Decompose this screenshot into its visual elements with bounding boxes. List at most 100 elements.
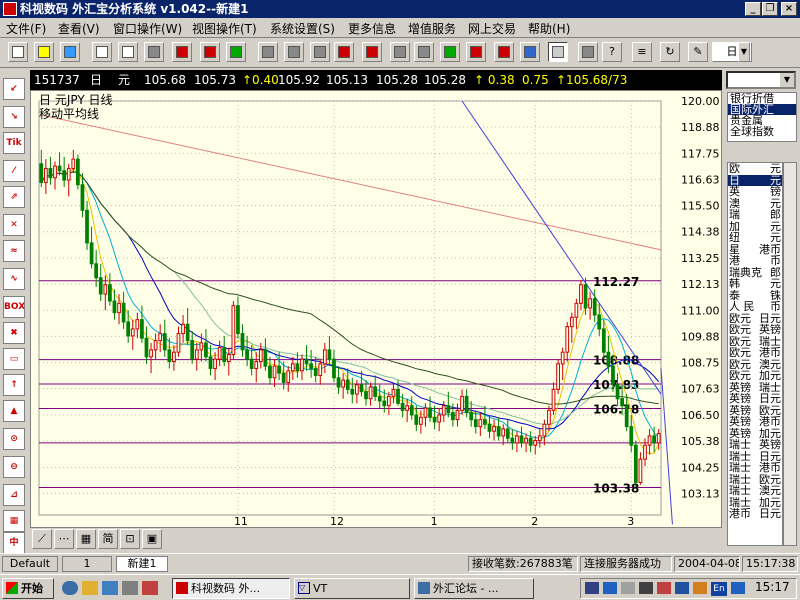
pair-item[interactable]: 欧元 日元 bbox=[728, 313, 782, 325]
menu-more-info[interactable]: 更多信息 bbox=[348, 20, 396, 37]
menu-online-trade[interactable]: 网上交易 bbox=[468, 20, 516, 37]
chart-up-icon[interactable]: ▲ bbox=[3, 400, 25, 422]
pair-item[interactable]: 欧元 bbox=[728, 163, 782, 175]
menu-view-ops[interactable]: 视图操作(T) bbox=[192, 20, 257, 37]
refresh-icon[interactable]: ↻ bbox=[660, 42, 680, 62]
start-button[interactable]: 开始 bbox=[2, 578, 54, 599]
pair-item[interactable]: 英镑 瑞士 bbox=[728, 382, 782, 394]
trend-line-icon[interactable]: ⁄ bbox=[3, 160, 25, 182]
wave-icon[interactable] bbox=[440, 42, 460, 62]
tray-icon[interactable] bbox=[621, 582, 635, 594]
category-item[interactable]: 全球指数 bbox=[728, 126, 796, 137]
menu-window[interactable]: 窗口操作(W) bbox=[113, 20, 182, 37]
chart-mix-icon[interactable] bbox=[258, 42, 278, 62]
tool-3-icon[interactable]: 简 bbox=[98, 529, 118, 549]
close-button[interactable]: × bbox=[781, 2, 797, 16]
print-icon[interactable] bbox=[144, 42, 164, 62]
pair-item[interactable]: 欧元 澳元 bbox=[728, 359, 782, 371]
help-icon[interactable] bbox=[578, 42, 598, 62]
tab-1[interactable]: 1 bbox=[62, 556, 112, 572]
pair-item[interactable]: 英镑 加元 bbox=[728, 428, 782, 440]
tick-icon[interactable]: Tik bbox=[3, 132, 25, 154]
price-chart[interactable]: 120.00 118.88 117.75 116.63 115.50 114.38 113.… bbox=[30, 90, 730, 528]
text-tool-icon[interactable]: 中 bbox=[3, 532, 25, 554]
pair-item[interactable]: 英镑 日元 bbox=[728, 393, 782, 405]
ab-icon[interactable] bbox=[466, 42, 486, 62]
pin-icon[interactable] bbox=[494, 42, 514, 62]
pair-item[interactable]: 瑞典克郎 bbox=[728, 267, 782, 279]
chevron-down-icon[interactable]: ▼ bbox=[738, 42, 750, 62]
pair-item[interactable]: 星 港币 bbox=[728, 244, 782, 256]
up-arrow-icon[interactable]: ↑ bbox=[3, 374, 25, 396]
channel-icon[interactable]: ≈ bbox=[3, 240, 25, 262]
eraser-icon[interactable]: ▭ bbox=[3, 348, 25, 370]
parallel-line-icon[interactable]: ⇗ bbox=[3, 186, 25, 208]
tray-icon[interactable] bbox=[693, 582, 707, 594]
pair-item[interactable]: 英镑 bbox=[728, 186, 782, 198]
menu-value-added[interactable]: 增值服务 bbox=[408, 20, 456, 37]
pair-item[interactable]: 人 民币 bbox=[728, 301, 782, 313]
target-circle-icon[interactable]: ⊙ bbox=[3, 428, 25, 450]
new-doc-icon[interactable] bbox=[8, 42, 28, 62]
tool-5-icon[interactable]: ▣ bbox=[142, 529, 162, 549]
tool-4-icon[interactable]: ⊡ bbox=[120, 529, 140, 549]
market-select[interactable]: ▼ bbox=[726, 71, 796, 89]
pair-item[interactable]: 英镑 欧元 bbox=[728, 405, 782, 417]
draw-icon[interactable] bbox=[362, 42, 382, 62]
pair-item[interactable]: 瑞士 欧元 bbox=[728, 474, 782, 486]
ray-line-icon[interactable]: ↘ bbox=[3, 106, 25, 128]
draw-line-icon[interactable]: ↙ bbox=[3, 78, 25, 100]
bar-blue-icon[interactable] bbox=[520, 42, 540, 62]
language-indicator[interactable]: En bbox=[711, 582, 727, 596]
maximize-button[interactable]: ❐ bbox=[762, 2, 778, 16]
pair-item[interactable]: 港币 bbox=[728, 255, 782, 267]
ie-icon[interactable] bbox=[62, 581, 78, 595]
task-vt[interactable]: ▽ VT bbox=[294, 578, 410, 599]
category-item[interactable]: 国际外汇 bbox=[728, 104, 796, 115]
eq-icon[interactable]: ≡ bbox=[632, 42, 652, 62]
tray-icon[interactable] bbox=[639, 582, 653, 594]
task-app[interactable]: 科视数码 外... bbox=[172, 578, 290, 599]
task-forum[interactable]: 外汇论坛 - ... bbox=[414, 578, 534, 599]
pair-item[interactable]: 瑞郎 bbox=[728, 209, 782, 221]
pair-item[interactable]: 欧元 英镑 bbox=[728, 324, 782, 336]
copy-icon[interactable] bbox=[92, 42, 112, 62]
menu-icon[interactable] bbox=[284, 42, 304, 62]
category-item[interactable]: 贵金属 bbox=[728, 115, 796, 126]
edit-icon[interactable]: ✎ bbox=[688, 42, 708, 62]
menu-help[interactable]: 帮助(H) bbox=[528, 20, 570, 37]
tool-2-icon[interactable]: ▦ bbox=[76, 529, 96, 549]
chart-red-icon[interactable] bbox=[172, 42, 192, 62]
help-icon[interactable]: ? bbox=[602, 42, 622, 62]
pair-item[interactable]: 欧元 瑞士 bbox=[728, 336, 782, 348]
wave-line-icon[interactable]: ∿ bbox=[3, 268, 25, 290]
save-icon[interactable] bbox=[60, 42, 80, 62]
category-item[interactable]: 银行折借 bbox=[728, 93, 796, 104]
pair-item[interactable]: 泰铢 bbox=[728, 290, 782, 302]
open-icon[interactable] bbox=[34, 42, 54, 62]
tool-1-icon[interactable]: ⋯ bbox=[54, 529, 74, 549]
cross-line-icon[interactable]: ✕ bbox=[3, 214, 25, 236]
menu-file[interactable]: 文件(F) bbox=[6, 20, 46, 37]
pair-item[interactable]: 加元 bbox=[728, 221, 782, 233]
pair-item[interactable]: 港币 日元 bbox=[728, 508, 782, 520]
pair-item[interactable]: 韩元 bbox=[728, 278, 782, 290]
pair-item[interactable]: 欧元 加元 bbox=[728, 370, 782, 382]
quote-icon[interactable] bbox=[334, 42, 354, 62]
window-icon[interactable] bbox=[548, 42, 568, 62]
menu-settings[interactable]: 系统设置(S) bbox=[270, 20, 335, 37]
play-icon[interactable] bbox=[603, 582, 617, 594]
tray-icon[interactable] bbox=[585, 582, 599, 594]
down-arrow-icon[interactable] bbox=[200, 42, 220, 62]
pair-item[interactable]: 瑞士 英镑 bbox=[728, 439, 782, 451]
folder-icon[interactable] bbox=[82, 581, 98, 595]
app-quick-icon[interactable] bbox=[142, 581, 158, 595]
tab-default[interactable]: Default bbox=[2, 556, 58, 572]
delete-icon[interactable]: ✖ bbox=[3, 322, 25, 344]
pair-item[interactable]: 澳元 bbox=[728, 198, 782, 210]
chevron-down-icon[interactable]: ▼ bbox=[780, 73, 794, 87]
pair-item[interactable]: 欧元 港币 bbox=[728, 347, 782, 359]
tray-icon[interactable] bbox=[657, 582, 671, 594]
clock-icon[interactable] bbox=[414, 42, 434, 62]
calendar-icon[interactable] bbox=[310, 42, 330, 62]
